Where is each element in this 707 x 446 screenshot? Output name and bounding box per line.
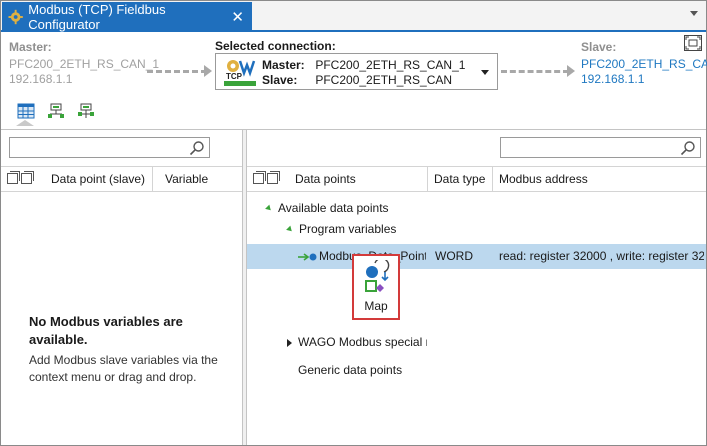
data-points-panel: Data points Data type Modbus address [247,130,706,445]
tcp-icon-label: TCP [226,72,243,81]
gear-icon [8,9,23,25]
fullscreen-icon [685,36,701,50]
collapse-all-icon[interactable] [21,171,34,184]
empty-state-text: Add Modbus slave variables via the conte… [29,353,218,384]
search-icon[interactable] [680,140,696,156]
connection-select[interactable]: TCP Master: PFC200_2ETH_RS_CAN_1 Slave: … [215,53,498,90]
device-view-button[interactable] [45,98,67,124]
fullscreen-button[interactable] [684,35,702,51]
connection-header: Master: PFC200_2ETH_RS_CAN_1 192.168.1.1… [1,34,707,129]
expanded-triangle-icon[interactable] [265,204,273,213]
map-icon [365,260,390,292]
map-label: Map [364,299,388,313]
selected-master-row: Master: PFC200_2ETH_RS_CAN_1 [262,58,465,72]
network-tree-icon [78,103,94,118]
chevron-down-icon[interactable] [690,11,698,16]
tab-bar: Modbus (TCP) Fieldbus Configurator ✕ [1,1,706,32]
slave-title: Slave: [581,40,617,54]
datapoint-search-input[interactable] [501,138,671,157]
modbus-tcp-icon: TCP [224,60,256,86]
selected-slave-value: PFC200_2ETH_RS_CAN [315,73,453,87]
output-arrow-icon [298,253,317,261]
datapoint-search-box[interactable] [500,137,701,158]
connection-line-right [501,70,569,73]
configurator-window: Modbus (TCP) Fieldbus Configurator ✕ Mas… [0,0,707,446]
tree-node-generic[interactable]: Generic data points [298,359,402,381]
tab-modbus-configurator[interactable]: Modbus (TCP) Fieldbus Configurator ✕ [2,2,252,32]
expand-collapse-icons [7,171,34,184]
empty-state-title: No Modbus variables are available. [29,314,183,347]
arrow-right-icon [204,65,212,77]
selected-slave-key: Slave: [262,73,298,87]
tab-title: Modbus (TCP) Fieldbus Configurator [28,2,166,32]
master-name: PFC200_2ETH_RS_CAN_1 [9,57,160,71]
tree-node-label: WAGO Modbus special reg [298,335,427,349]
data-point-type: WORD [435,249,473,263]
datapoints-table-header: Data points Data type Modbus address [247,166,706,192]
device-tree-icon [48,103,64,118]
slave-search-box[interactable] [9,137,210,158]
expand-all-icon[interactable] [7,171,20,184]
master-ip: 192.168.1.1 [9,72,73,86]
search-icon[interactable] [189,140,205,156]
chevron-down-icon[interactable] [481,70,489,75]
slave-variables-panel: Data point (slave) Variable No Modbus va… [1,130,243,445]
tree-node-program-variables[interactable]: Program variables [286,218,397,240]
tree-node-available[interactable]: Available data points [265,197,389,219]
selected-connection-title: Selected connection: [215,39,336,53]
selected-master-key: Master: [262,58,305,72]
expand-all-icon[interactable] [253,171,266,184]
slave-table-header: Data point (slave) Variable [1,166,242,192]
tree-node-label: Available data points [278,201,389,215]
map-drag-popup[interactable]: Map [352,254,400,320]
view-switcher [15,98,97,126]
slave-search-input[interactable] [10,138,180,157]
collapsed-triangle-icon[interactable] [287,338,292,347]
slave-ip-link[interactable]: 192.168.1.1 [581,72,644,86]
col-modbus-address[interactable]: Modbus address [493,167,706,191]
master-title: Master: [9,40,52,54]
col-data-point-slave[interactable]: Data point (slave) [45,167,153,191]
arrow-right-icon [567,65,575,77]
data-point-address: read: register 32000 , write: register 3… [499,249,704,263]
col-data-points[interactable]: Data points [289,167,428,191]
tree-node-label: Program variables [299,222,397,236]
network-view-button[interactable] [75,98,97,124]
slave-name-link[interactable]: PFC200_2ETH_RS_CAN [581,57,707,71]
connection-line-left [147,70,207,73]
tree-node-wago-special[interactable]: WAGO Modbus special reg [287,331,427,353]
selected-master-value: PFC200_2ETH_RS_CAN_1 [315,58,466,72]
col-data-type[interactable]: Data type [428,167,493,191]
expanded-triangle-icon[interactable] [286,225,294,234]
collapse-all-icon[interactable] [267,171,280,184]
table-view-button[interactable] [15,98,37,126]
table-view-icon [17,103,35,119]
expand-collapse-icons [253,171,280,184]
col-variable[interactable]: Variable [159,167,242,191]
close-icon[interactable]: ✕ [231,10,244,25]
selected-slave-row: Slave: PFC200_2ETH_RS_CAN [262,73,452,87]
